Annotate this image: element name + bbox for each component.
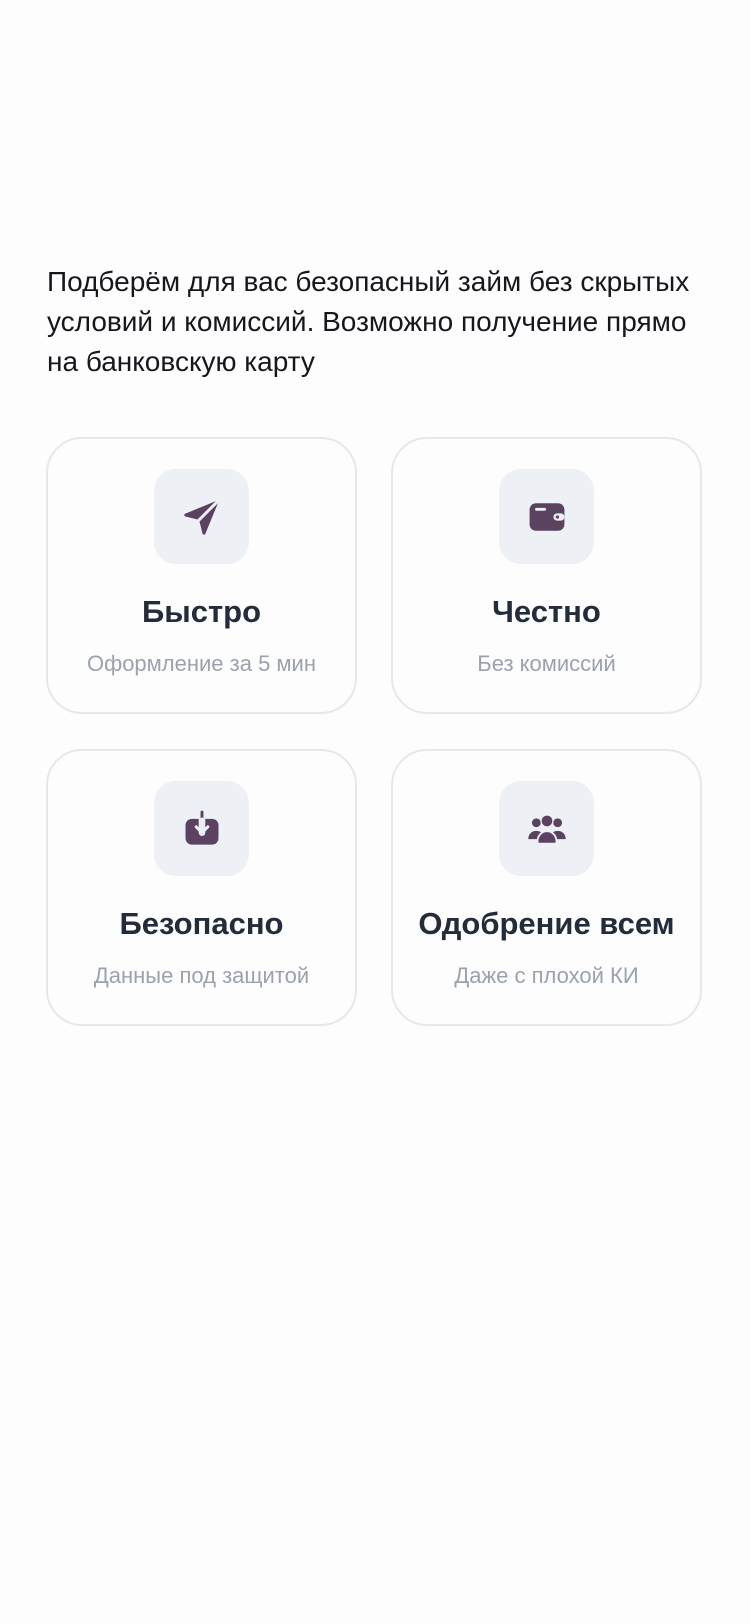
intro-text: Подберём для вас безопасный займ без скр…	[47, 266, 690, 377]
feature-title: Одобрение всем	[418, 906, 675, 941]
page: Подберём для вас безопасный займ без скр…	[0, 0, 750, 1624]
feature-card-safe[interactable]: Безопасно Данные под защитой	[46, 749, 357, 1026]
feature-subtitle: Без комиссий	[477, 651, 616, 676]
feature-title: Быстро	[141, 594, 262, 629]
feature-title: Безопасно	[119, 906, 284, 941]
wallet-icon	[529, 502, 564, 531]
feature-subtitle: Оформление за 5 мин	[86, 651, 316, 676]
users-group-icon	[527, 813, 566, 845]
features-grid: Быстро Оформление за 5 мин Честно Без ко…	[46, 437, 702, 1026]
feature-subtitle: Данные под защитой	[93, 963, 310, 988]
icon-container	[499, 781, 594, 876]
icon-container	[154, 469, 249, 564]
download-box-icon	[185, 808, 218, 845]
feature-card-approval[interactable]: Одобрение всем Даже с плохой КИ	[391, 749, 702, 1026]
feature-title: Честно	[492, 594, 601, 629]
paper-plane-icon	[183, 497, 221, 535]
feature-card-honest[interactable]: Честно Без комиссий	[391, 437, 702, 714]
feature-card-fast[interactable]: Быстро Оформление за 5 мин	[46, 437, 357, 714]
icon-container	[499, 469, 594, 564]
feature-subtitle: Даже с плохой КИ	[454, 963, 639, 988]
icon-container	[154, 781, 249, 876]
